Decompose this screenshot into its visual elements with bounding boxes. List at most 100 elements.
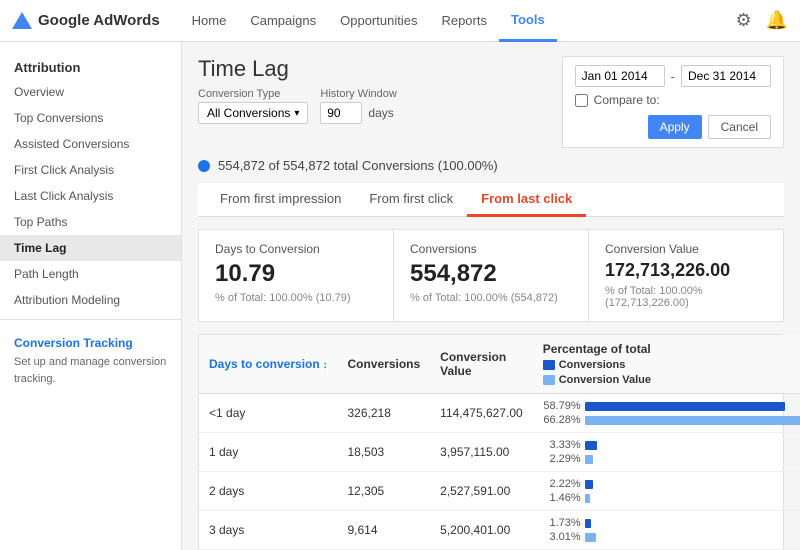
- cell-cv-2: 2,527,591.00: [430, 472, 533, 511]
- history-window-input[interactable]: [320, 102, 362, 124]
- tabs-row: From first impression From first click F…: [198, 183, 784, 217]
- th-days[interactable]: Days to conversion: [199, 335, 337, 394]
- cancel-button[interactable]: Cancel: [708, 115, 771, 139]
- cell-days-3: 3 days: [199, 511, 337, 550]
- th-conv-value[interactable]: ConversionValue: [430, 335, 533, 394]
- card-days-value: 10.79: [215, 260, 377, 288]
- days-label: days: [368, 106, 393, 120]
- bar-dark-3: [585, 519, 591, 528]
- bar-cell-0: 58.79% 66.28%: [543, 400, 800, 426]
- conversion-type-select[interactable]: All Conversions: [198, 102, 308, 124]
- bar-pct-conv-1: 3.33%: [543, 439, 581, 451]
- cell-days-1: 1 day: [199, 433, 337, 472]
- summary-cards: Days to Conversion 10.79 % of Total: 100…: [198, 229, 784, 322]
- nav-opportunities[interactable]: Opportunities: [328, 0, 429, 42]
- main-layout: Attribution Overview Top Conversions Ass…: [0, 42, 800, 550]
- card-cv-title: Conversion Value: [605, 242, 767, 256]
- compare-checkbox[interactable]: [575, 94, 588, 107]
- cell-cv-1: 3,957,115.00: [430, 433, 533, 472]
- sidebar-item-top-paths[interactable]: Top Paths: [0, 209, 181, 235]
- sidebar-item-overview[interactable]: Overview: [0, 79, 181, 105]
- cell-conv-3: 9,614: [337, 511, 430, 550]
- summary-card-conv-value: Conversion Value 172,713,226.00 % of Tot…: [589, 229, 784, 322]
- cell-conv-1: 18,503: [337, 433, 430, 472]
- cell-days-0: <1 day: [199, 394, 337, 433]
- cell-bar-1: 3.33% 2.29%: [533, 433, 800, 472]
- legend-conv-label: Conversions: [559, 359, 626, 371]
- cell-bar-2: 2.22% 1.46%: [533, 472, 800, 511]
- bar-row-cv-2: 1.46%: [543, 492, 800, 504]
- legend-conversions: Conversions: [543, 359, 800, 371]
- logo-text: Google AdWords: [38, 12, 160, 29]
- bar-light-1: [585, 455, 593, 464]
- legend-cv-label: Conversion Value: [559, 374, 651, 386]
- table-row: 3 days 9,614 5,200,401.00 1.73% 3.01%: [199, 511, 800, 550]
- card-conv-subtitle: % of Total: 100.00% (554,872): [410, 292, 572, 304]
- sidebar-item-attribution-modeling[interactable]: Attribution Modeling: [0, 287, 181, 313]
- conversion-tracking-desc: Set up and manage conversion tracking.: [14, 356, 166, 385]
- sidebar-divider: [0, 319, 181, 320]
- filters-row: Conversion Type All Conversions History …: [198, 88, 397, 124]
- cell-conv-2: 12,305: [337, 472, 430, 511]
- nav-campaigns[interactable]: Campaigns: [238, 0, 328, 42]
- conversion-tracking-link[interactable]: Conversion Tracking: [14, 336, 167, 350]
- blue-dot-icon: [198, 160, 210, 172]
- logo-icon: [12, 12, 32, 29]
- bar-light-2: [585, 494, 590, 503]
- date-end-input[interactable]: [681, 65, 771, 87]
- nav-tools[interactable]: Tools: [499, 0, 557, 42]
- bar-pct-cv-3: 3.01%: [543, 531, 581, 543]
- bar-cell-1: 3.33% 2.29%: [543, 439, 800, 465]
- sidebar-item-first-click-analysis[interactable]: First Click Analysis: [0, 157, 181, 183]
- legend-conv-value: Conversion Value: [543, 374, 800, 386]
- date-range-row: -: [575, 65, 771, 87]
- cell-days-2: 2 days: [199, 472, 337, 511]
- conversion-info: 554,872 of 554,872 total Conversions (10…: [198, 158, 784, 173]
- table-header-row: Days to conversion Conversions Conversio…: [199, 335, 800, 394]
- data-table-wrapper: Days to conversion Conversions Conversio…: [198, 334, 784, 550]
- bar-row-cv-1: 2.29%: [543, 453, 800, 465]
- date-range-box: - Compare to: Apply Cancel: [562, 56, 784, 148]
- notifications-icon[interactable]: 🔔: [766, 10, 788, 31]
- nav-home[interactable]: Home: [180, 0, 239, 42]
- page-header: Time Lag Conversion Type All Conversions…: [198, 56, 784, 148]
- bar-row-cv-0: 66.28%: [543, 414, 800, 426]
- date-start-input[interactable]: [575, 65, 665, 87]
- card-days-subtitle: % of Total: 100.00% (10.79): [215, 292, 377, 304]
- compare-row: Compare to:: [575, 93, 771, 107]
- data-table: Days to conversion Conversions Conversio…: [199, 335, 800, 550]
- sidebar-item-last-click-analysis[interactable]: Last Click Analysis: [0, 183, 181, 209]
- th-conversions[interactable]: Conversions: [337, 335, 430, 394]
- sidebar-item-assisted-conversions[interactable]: Assisted Conversions: [0, 131, 181, 157]
- btn-row: Apply Cancel: [575, 115, 771, 139]
- history-window-row: days: [320, 102, 396, 124]
- cell-conv-0: 326,218: [337, 394, 430, 433]
- cell-cv-0: 114,475,627.00: [430, 394, 533, 433]
- compare-label: Compare to:: [594, 93, 660, 107]
- sidebar-item-top-conversions[interactable]: Top Conversions: [0, 105, 181, 131]
- legend-conv-box: [543, 360, 555, 370]
- cell-bar-3: 1.73% 3.01%: [533, 511, 800, 550]
- sidebar-item-time-lag[interactable]: Time Lag: [0, 235, 181, 261]
- tab-from-first-impression[interactable]: From first impression: [206, 183, 355, 217]
- bar-pct-conv-0: 58.79%: [543, 400, 581, 412]
- table-row: 1 day 18,503 3,957,115.00 3.33% 2.29%: [199, 433, 800, 472]
- summary-card-conversions: Conversions 554,872 % of Total: 100.00% …: [394, 229, 589, 322]
- bar-row-conv-1: 3.33%: [543, 439, 800, 451]
- bar-dark-1: [585, 441, 597, 450]
- sidebar: Attribution Overview Top Conversions Ass…: [0, 42, 182, 550]
- settings-icon[interactable]: ⚙: [735, 10, 751, 31]
- apply-button[interactable]: Apply: [648, 115, 702, 139]
- sidebar-item-path-length[interactable]: Path Length: [0, 261, 181, 287]
- bar-pct-conv-3: 1.73%: [543, 517, 581, 529]
- tab-from-first-click[interactable]: From first click: [355, 183, 467, 217]
- bar-dark-0: [585, 402, 785, 411]
- tab-from-last-click[interactable]: From last click: [467, 183, 586, 217]
- nav-reports[interactable]: Reports: [429, 0, 499, 42]
- nav-icons: ⚙ 🔔: [735, 10, 788, 31]
- table-row: <1 day 326,218 114,475,627.00 58.79% 66.…: [199, 394, 800, 433]
- content-area: Time Lag Conversion Type All Conversions…: [182, 42, 800, 550]
- cell-bar-0: 58.79% 66.28%: [533, 394, 800, 433]
- conversion-type-filter: Conversion Type All Conversions: [198, 88, 308, 124]
- bar-pct-conv-2: 2.22%: [543, 478, 581, 490]
